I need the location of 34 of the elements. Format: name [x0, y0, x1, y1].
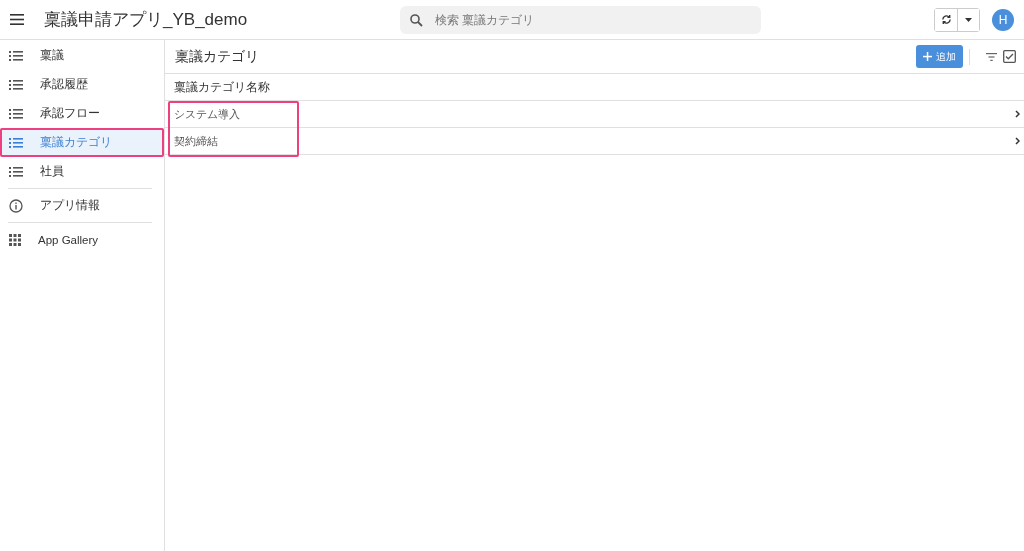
- plus-icon: [923, 52, 932, 61]
- list-icon: [9, 136, 23, 149]
- chevron-icon: [1015, 137, 1020, 145]
- menu-icon[interactable]: [10, 14, 24, 25]
- table-row[interactable]: システム導入: [165, 101, 1024, 128]
- list-icon: [9, 107, 23, 120]
- caret-icon: [965, 17, 972, 22]
- sidebar-item[interactable]: 稟議カテゴリ: [0, 128, 164, 157]
- list-icon: [9, 78, 23, 91]
- app-grid-icon: [9, 233, 21, 246]
- app-title: 稟議申請アプリ_YB_demo: [44, 9, 249, 31]
- sidebar-item[interactable]: App Gallery: [0, 225, 164, 254]
- sidebar-item[interactable]: 稟議: [0, 41, 164, 70]
- dropdown-button[interactable]: [957, 8, 979, 31]
- chevron-icon: [1015, 110, 1020, 118]
- info-icon: [9, 198, 23, 213]
- sidebar-item[interactable]: 承認履歴: [0, 70, 164, 99]
- column-header: 稟議カテゴリ名称: [174, 79, 270, 95]
- view-title: 稟議カテゴリ: [175, 47, 259, 66]
- search-field[interactable]: 検索 稟議カテゴリ: [400, 5, 761, 34]
- sync-icon: [940, 14, 952, 25]
- filter-icon: [986, 52, 997, 61]
- list-icon: [9, 49, 23, 62]
- table-row[interactable]: 契約締結: [165, 128, 1024, 155]
- sidebar-item[interactable]: 社員: [0, 157, 164, 186]
- select-button[interactable]: [1003, 50, 1016, 63]
- table-cell: システム導入: [174, 106, 240, 122]
- filter-button[interactable]: [986, 52, 997, 61]
- sidebar-item[interactable]: アプリ情報: [0, 191, 164, 220]
- search-icon: [410, 13, 423, 27]
- list-icon: [9, 165, 23, 178]
- table-cell: 契約締結: [174, 133, 218, 149]
- checkbox-icon: [1003, 50, 1016, 63]
- sidebar-item[interactable]: 承認フロー: [0, 99, 164, 128]
